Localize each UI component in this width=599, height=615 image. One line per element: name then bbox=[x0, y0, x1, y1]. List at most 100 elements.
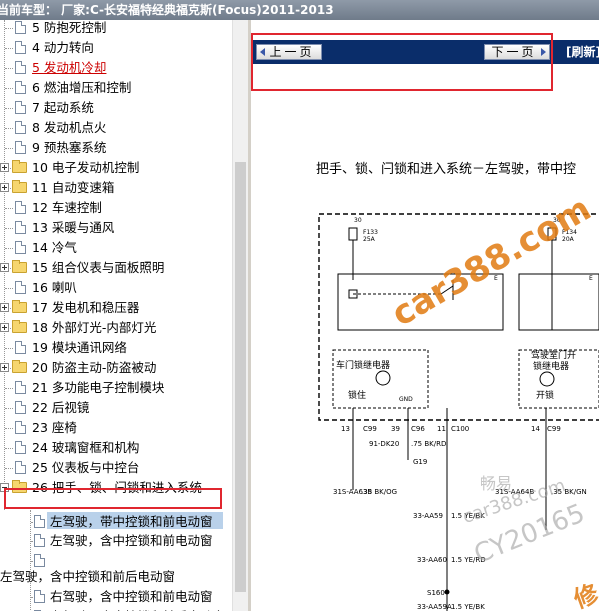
tree-item-label: 15 组合仪表与面板照明 bbox=[32, 260, 165, 275]
fuse2-id: F134 bbox=[562, 229, 577, 236]
tree-scrollbar[interactable] bbox=[232, 20, 249, 611]
expand-icon[interactable] bbox=[0, 263, 9, 272]
wire-label: 91-DK20 bbox=[369, 440, 399, 448]
tree-item[interactable]: 5 防抱死控制 bbox=[0, 20, 232, 38]
wiring-diagram: 30 F133 25A 30 F134 20A E E 车门锁继电器 锁住 GN… bbox=[318, 213, 599, 611]
relay2-outline bbox=[518, 273, 599, 331]
document-icon bbox=[34, 554, 45, 567]
tree-child-item[interactable]: 左驾驶，含中控锁和前后电动窗 bbox=[0, 567, 232, 587]
tree-item-label: 4 动力转向 bbox=[32, 40, 94, 55]
fuse1-id: F133 bbox=[363, 229, 378, 236]
pin-label: C99 bbox=[363, 425, 377, 433]
tree-item[interactable]: 17 发电机和稳压器 bbox=[0, 298, 232, 318]
tree-item[interactable]: 15 组合仪表与面板照明 bbox=[0, 258, 232, 278]
tree-item-label: 17 发电机和稳压器 bbox=[32, 300, 140, 315]
wire-label: 1.5 YE/RD bbox=[451, 556, 486, 564]
tree-item-label: 16 喇叭 bbox=[32, 280, 77, 295]
window-title-bar: 当前车型： 厂家:C-长安福特经典福克斯(Focus)2011-2013 bbox=[0, 0, 599, 20]
fuse2-symbol bbox=[547, 227, 557, 241]
tree-panel: 5 防抱死控制 4 动力转向 5 发动机冷却 6 燃油增压和控制 7 起动系统 8 发动机… bbox=[0, 20, 248, 611]
tree-item[interactable]: 9 预热塞系统 bbox=[0, 138, 232, 158]
document-icon bbox=[15, 41, 26, 54]
wire-label: .35 BK/OG bbox=[361, 488, 397, 496]
wire-label: 33-AA59 bbox=[413, 512, 443, 520]
document-icon bbox=[15, 381, 26, 394]
tree-item-label: 21 多功能电子控制模块 bbox=[32, 380, 165, 395]
document-icon bbox=[15, 81, 26, 94]
tree-item[interactable]: 23 座椅 bbox=[0, 418, 232, 438]
tree-item[interactable]: 5 发动机冷却 bbox=[0, 58, 232, 78]
document-icon bbox=[15, 101, 26, 114]
tree-item[interactable]: 6 燃油增压和控制 bbox=[0, 78, 232, 98]
tree-item-label: 14 冷气 bbox=[32, 240, 77, 255]
tree-child-label: 左驾驶，含中控锁和前后电动窗 bbox=[0, 569, 176, 584]
tree-item-label: 13 采暖与通风 bbox=[32, 220, 115, 235]
tree-item-label: 18 外部灯光-内部灯光 bbox=[32, 320, 157, 335]
tree-child-label: 左驾驶，含中控锁和前电动窗 bbox=[50, 533, 213, 548]
pin-label: 14 bbox=[531, 425, 540, 433]
folder-icon bbox=[12, 160, 27, 173]
tree-scrollbar-thumb[interactable] bbox=[235, 162, 246, 592]
tree-child-item[interactable]: 左驾驶，含中控锁和前电动窗 bbox=[0, 531, 232, 551]
tree-item[interactable]: 19 模块通讯网络 bbox=[0, 338, 232, 358]
pin-label: 39 bbox=[391, 425, 400, 433]
tree-item-label: 19 模块通讯网络 bbox=[32, 340, 127, 355]
document-icon bbox=[34, 515, 45, 528]
document-icon bbox=[15, 281, 26, 294]
tree-child-label: 左驾驶，带中控锁和前电动窗 bbox=[50, 514, 213, 529]
tree-child-label: 右驾驶，含中控锁和前电动窗 bbox=[50, 589, 213, 604]
tree-child-item[interactable]: 左驾驶，带中控锁和前电动窗 bbox=[0, 512, 232, 532]
pin-label: C99 bbox=[547, 425, 561, 433]
relay2-label-2: 锁继电器 bbox=[533, 360, 569, 372]
tree-item[interactable]: 13 采暖与通风 bbox=[0, 218, 232, 238]
tree-item-label: 12 车速控制 bbox=[32, 200, 102, 215]
document-icon bbox=[15, 441, 26, 454]
tree-item-label: 7 起动系统 bbox=[32, 100, 94, 115]
tree-item[interactable]: 4 动力转向 bbox=[0, 38, 232, 58]
relay1-sub: 锁住 bbox=[348, 389, 366, 401]
folder-icon bbox=[12, 300, 27, 313]
document-icon bbox=[15, 241, 26, 254]
tree-item-label: 6 燃油增压和控制 bbox=[32, 80, 132, 95]
pin-label: C100 bbox=[451, 425, 469, 433]
expand-icon[interactable] bbox=[0, 163, 9, 172]
refresh-link[interactable]: [刷新] bbox=[566, 44, 599, 60]
wire-label: 33-AA59A bbox=[417, 603, 452, 611]
tree-item[interactable]: 7 起动系统 bbox=[0, 98, 232, 118]
tree-item-label: 8 发动机点火 bbox=[32, 120, 107, 135]
tree-item[interactable]: 12 车速控制 bbox=[0, 198, 232, 218]
folder-icon bbox=[12, 320, 27, 333]
tree-item[interactable]: 25 仪表板与中控台 bbox=[0, 458, 232, 478]
nav-highlight-box bbox=[251, 33, 553, 91]
relay1-terminal-e: E bbox=[494, 275, 498, 282]
window-title: 当前车型： 厂家:C-长安福特经典福克斯(Focus)2011-2013 bbox=[0, 3, 334, 17]
tree-item[interactable]: 10 电子发动机控制 bbox=[0, 158, 232, 178]
tree-item[interactable]: 14 冷气 bbox=[0, 238, 232, 258]
tree-child-item[interactable]: 右驾驶，含中控锁和前后电动窗 bbox=[0, 607, 232, 611]
tree-item[interactable]: 18 外部灯光-内部灯光 bbox=[0, 318, 232, 338]
expand-icon[interactable] bbox=[0, 183, 9, 192]
tree-child-item[interactable]: 右驾驶，含中控锁和前电动窗 bbox=[0, 587, 232, 607]
tree-item-label: 25 仪表板与中控台 bbox=[32, 460, 140, 475]
tree-item[interactable]: 22 后视镜 bbox=[0, 398, 232, 418]
wire-label: 1.5 YE/BK bbox=[451, 512, 485, 520]
expand-icon[interactable] bbox=[0, 363, 9, 372]
wire-label: 1.5 YE/BK bbox=[451, 603, 485, 611]
tree-item[interactable]: 8 发动机点火 bbox=[0, 118, 232, 138]
tree-item[interactable]: 20 防盗主动-防盗被动 bbox=[0, 358, 232, 378]
tree-item[interactable]: 11 自动变速箱 bbox=[0, 178, 232, 198]
tree-item[interactable]: 16 喇叭 bbox=[0, 278, 232, 298]
expand-icon[interactable] bbox=[0, 323, 9, 332]
document-icon bbox=[34, 534, 45, 547]
document-icon bbox=[15, 141, 26, 154]
relay2-label-1: 驾驶室门开 bbox=[531, 349, 576, 361]
pin-label: C96 bbox=[411, 425, 425, 433]
tree-child-label: 右驾驶，含中控锁和前后电动窗 bbox=[50, 607, 225, 611]
tree-item-label: 11 自动变速箱 bbox=[32, 180, 115, 195]
fuse2-num: 30 bbox=[553, 217, 561, 224]
pin-label: 13 bbox=[341, 425, 350, 433]
expand-icon[interactable] bbox=[0, 303, 9, 312]
tree-item[interactable]: 21 多功能电子控制模块 bbox=[0, 378, 232, 398]
tree-item[interactable]: 24 玻璃窗框和机构 bbox=[0, 438, 232, 458]
folder-icon bbox=[12, 260, 27, 273]
